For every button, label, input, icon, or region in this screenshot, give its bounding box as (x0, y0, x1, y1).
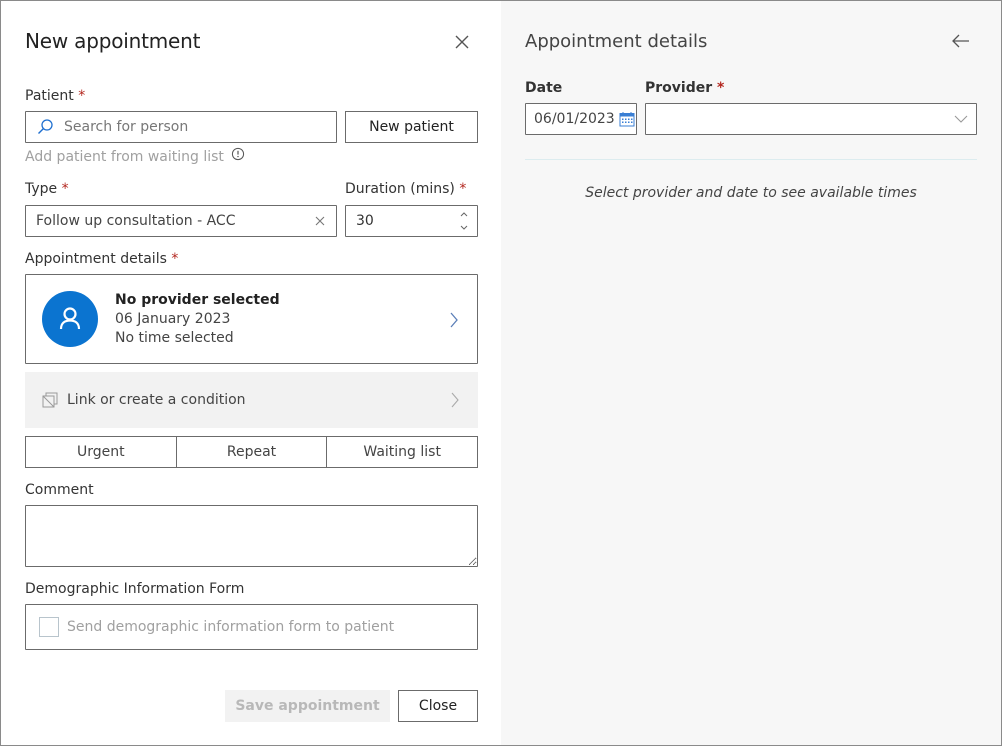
appointment-details-card[interactable]: No provider selected 06 January 2023 No … (25, 274, 478, 364)
appointment-details-panel: Appointment details Date 06/01/2023 Prov… (501, 1, 1001, 745)
type-label: Type * (25, 181, 69, 197)
required-mark: * (78, 88, 86, 104)
appointment-details-label: Appointment details * (25, 251, 179, 267)
appointment-dialog: New appointment Patient * Search for per… (0, 0, 1002, 746)
type-value: Follow up consultation - ACC (36, 213, 236, 229)
new-appointment-panel: New appointment Patient * Search for per… (1, 1, 501, 745)
calendar-icon[interactable] (619, 111, 635, 127)
condition-icon (42, 392, 58, 408)
waiting-list-link[interactable]: Add patient from waiting list (25, 147, 245, 165)
patient-label: Patient * (25, 88, 86, 104)
chevron-down-icon (954, 115, 968, 123)
new-patient-button[interactable]: New patient (345, 111, 478, 143)
patient-search-input[interactable]: Search for person (25, 111, 337, 143)
date-label: Date (525, 80, 563, 96)
search-placeholder: Search for person (64, 119, 189, 135)
stepper-arrows-icon[interactable] (459, 210, 469, 232)
waiting-list-toggle[interactable]: Waiting list (326, 437, 477, 467)
demographic-checkbox[interactable] (39, 617, 59, 637)
close-button[interactable]: Close (398, 690, 478, 722)
date-value: 06/01/2023 (534, 111, 615, 127)
required-mark: * (171, 251, 179, 267)
clear-icon[interactable] (314, 215, 326, 227)
appointment-time: No time selected (115, 329, 234, 346)
provider-avatar (42, 291, 98, 347)
dialog-title: New appointment (25, 29, 201, 53)
demographic-label: Demographic Information Form (25, 581, 245, 597)
required-mark: * (61, 181, 69, 197)
provider-label: Provider * (645, 80, 725, 96)
demographic-form-box: Send demographic information form to pat… (25, 604, 478, 650)
duration-label: Duration (mins) * (345, 181, 467, 197)
panel-title: Appointment details (525, 31, 708, 52)
search-icon (38, 119, 53, 134)
appointment-flags: Urgent Repeat Waiting list (25, 436, 478, 468)
provider-status: No provider selected (115, 291, 280, 308)
duration-stepper[interactable]: 30 (345, 205, 478, 237)
condition-label: Link or create a condition (67, 392, 246, 408)
demographic-checkbox-label: Send demographic information form to pat… (67, 619, 395, 635)
divider (525, 159, 977, 160)
urgent-toggle[interactable]: Urgent (26, 437, 176, 467)
comment-label: Comment (25, 482, 94, 498)
link-condition-button[interactable]: Link or create a condition (25, 372, 478, 428)
duration-value: 30 (356, 213, 374, 229)
chevron-right-icon (450, 312, 458, 328)
date-picker-input[interactable]: 06/01/2023 (525, 103, 637, 135)
repeat-toggle[interactable]: Repeat (175, 437, 327, 467)
close-icon[interactable] (453, 33, 471, 51)
required-mark: * (459, 181, 467, 197)
back-arrow-icon[interactable] (951, 33, 971, 49)
save-appointment-button[interactable]: Save appointment (225, 690, 390, 722)
type-select[interactable]: Follow up consultation - ACC (25, 205, 337, 237)
comment-textarea[interactable] (25, 505, 478, 567)
empty-state-message: Select provider and date to see availabl… (585, 185, 917, 201)
info-icon[interactable] (231, 147, 245, 161)
provider-select[interactable] (645, 103, 977, 135)
chevron-right-icon (451, 392, 459, 408)
person-icon (59, 307, 81, 330)
required-mark: * (717, 80, 725, 96)
appointment-date: 06 January 2023 (115, 310, 231, 327)
